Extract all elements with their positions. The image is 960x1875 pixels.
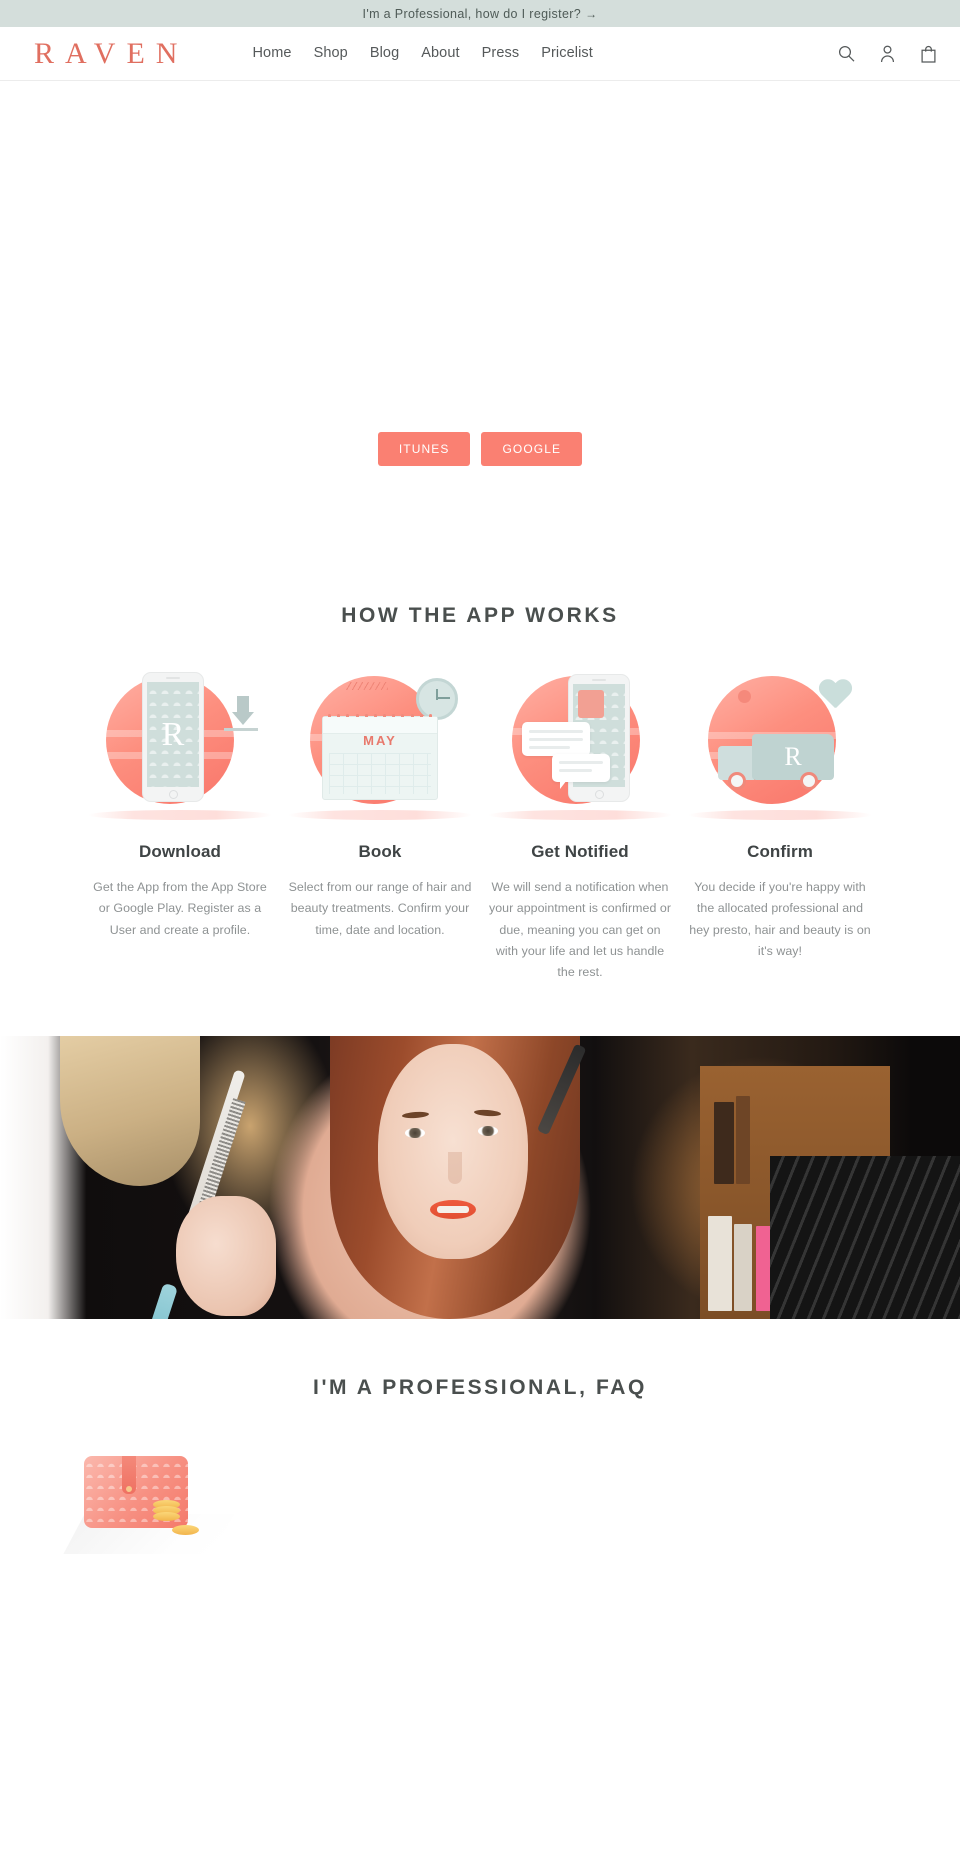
feature-text: You decide if you're happy with the allo… [689, 880, 871, 958]
feature-text: Get the App from the App Store or Google… [93, 880, 267, 937]
hero-app-buttons: ITUNES GOOGLE [377, 432, 583, 556]
model-teeth [437, 1205, 469, 1213]
feature-get-notified: Get Notified We will send a notification… [480, 672, 680, 984]
nav-item-shop[interactable]: Shop [314, 46, 348, 61]
google-button[interactable]: GOOGLE [481, 432, 583, 466]
arrow-right-icon: → [585, 6, 598, 21]
account-icon[interactable] [877, 43, 897, 65]
phone-notification-icon [488, 672, 672, 820]
search-icon[interactable] [836, 43, 856, 65]
how-it-works-title: HOW THE APP WORKS [341, 604, 619, 627]
wallet-coins-icon [63, 1444, 235, 1564]
feature-title: Book [358, 842, 402, 861]
feature-text: We will send a notification when your ap… [488, 880, 672, 980]
hero-section: ITUNES GOOGLE [0, 81, 960, 556]
feature-text: Select from our range of hair and beauty… [288, 880, 472, 937]
coin-icon [172, 1524, 199, 1535]
faq-section: I'M A PROFESSIONAL, FAQ [0, 1318, 960, 1564]
coin-icon [153, 1511, 180, 1521]
cart-icon[interactable] [918, 43, 938, 65]
faq-title: I'M A PROFESSIONAL, FAQ [313, 1375, 647, 1399]
nav-item-about[interactable]: About [421, 46, 459, 61]
calendar-icon: MAY [322, 714, 438, 800]
feature-book: MAY Book Select from our range of hair a… [280, 672, 480, 984]
calendar-clock-icon: MAY [288, 672, 472, 820]
site-logo[interactable]: RAVEN [34, 38, 199, 69]
stylist-hand [176, 1195, 276, 1316]
nav-item-home[interactable]: Home [252, 46, 291, 61]
stylist-right-body [770, 1155, 960, 1319]
delivery-van-heart-icon: R [688, 672, 872, 820]
model-face [378, 1043, 528, 1259]
main-navigation: Home Shop Blog About Press Pricelist [252, 46, 592, 61]
announcement-bar: I'm a Professional, how do I register? → [0, 0, 960, 27]
nav-item-press[interactable]: Press [482, 46, 520, 61]
how-it-works-section: HOW THE APP WORKS R Download Get the App… [0, 556, 960, 1036]
phone-download-icon: R [88, 672, 272, 820]
calendar-month-label: MAY [363, 733, 397, 748]
feature-confirm: R Confirm You decide if you're happy wit… [680, 672, 880, 984]
nav-item-blog[interactable]: Blog [370, 46, 399, 61]
announcement-text: I'm a Professional, how do I register? [362, 6, 582, 21]
feature-download: R Download Get the App from the App Stor… [80, 672, 280, 984]
photo-banner [0, 1035, 960, 1319]
site-header: RAVEN Home Shop Blog About Press Priceli… [0, 27, 960, 81]
nav-item-pricelist[interactable]: Pricelist [541, 46, 593, 61]
feature-list: R Download Get the App from the App Stor… [0, 672, 960, 984]
announcement-link[interactable]: I'm a Professional, how do I register? → [363, 7, 598, 21]
header-icon-group [836, 43, 938, 65]
heart-icon [818, 680, 852, 710]
van-icon: R [718, 734, 838, 792]
itunes-button[interactable]: ITUNES [377, 432, 471, 466]
feature-title: Confirm [747, 842, 813, 861]
feature-title: Get Notified [531, 842, 629, 861]
feature-title: Download [138, 842, 221, 861]
